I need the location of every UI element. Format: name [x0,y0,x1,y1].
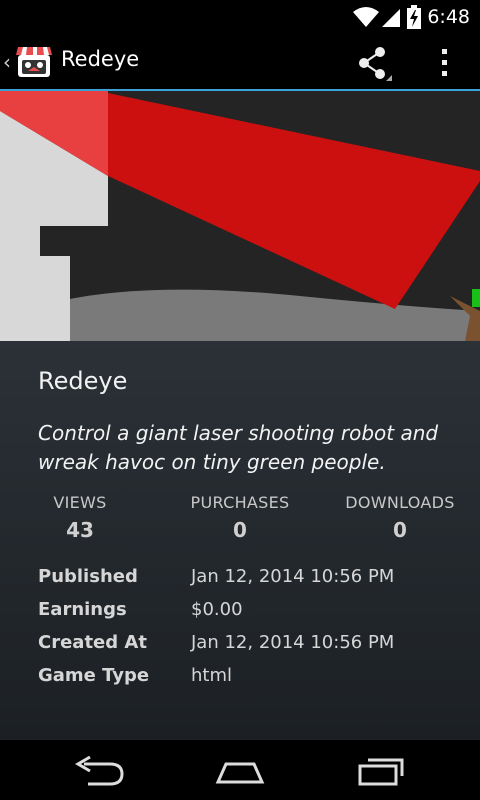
game-details: Redeye Control a giant laser shooting ro… [0,341,480,740]
info-row-game-type: Game Type html [38,665,458,698]
info-value: html [191,665,233,686]
info-row-earnings: Earnings $0.00 [38,599,458,632]
info-row-published: Published Jan 12, 2014 10:56 PM [38,566,458,599]
info-value: Jan 12, 2014 10:56 PM [191,566,395,587]
action-bar: ‹ Redeye [0,33,480,91]
navigation-bar [0,740,480,800]
app-title: Redeye [61,47,140,71]
signal-icon [382,8,401,27]
stat-views: VIEWS 43 [10,493,150,542]
up-caret-icon[interactable]: ‹ [3,50,11,74]
game-name: Redeye [38,367,128,395]
stat-value: 0 [393,518,407,542]
game-screenshot [0,91,480,341]
recents-icon[interactable] [352,754,412,788]
clock: 6:48 [427,5,470,28]
info-value: $0.00 [191,599,243,620]
game-screenshot-art [0,91,480,341]
home-icon[interactable] [210,754,270,788]
info-label: Game Type [38,665,150,686]
game-description: Control a giant laser shooting robot and… [38,421,439,474]
status-icons: 6:48 [353,4,470,29]
stat-label: DOWNLOADS [345,493,455,512]
info-label: Earnings [38,599,127,620]
overflow-menu-icon[interactable] [428,43,462,83]
info-label: Created At [38,632,147,653]
app-logo-icon[interactable] [14,41,54,81]
stats-row: VIEWS 43 PURCHASES 0 DOWNLOADS 0 [0,493,480,553]
wifi-icon [353,6,380,27]
info-list: Published Jan 12, 2014 10:56 PM Earnings… [38,566,458,698]
info-value: Jan 12, 2014 10:56 PM [191,632,395,653]
stat-downloads: DOWNLOADS 0 [330,493,470,542]
stat-value: 0 [233,518,247,542]
back-icon[interactable] [70,754,130,788]
info-row-created-at: Created At Jan 12, 2014 10:56 PM [38,632,458,665]
stat-value: 43 [66,518,94,542]
stat-label: PURCHASES [190,493,290,512]
status-bar: 6:48 [0,0,480,33]
battery-charging-icon [407,4,422,29]
stat-label: VIEWS [53,493,107,512]
share-icon[interactable] [352,43,392,83]
info-label: Published [38,566,138,587]
stat-purchases: PURCHASES 0 [170,493,310,542]
